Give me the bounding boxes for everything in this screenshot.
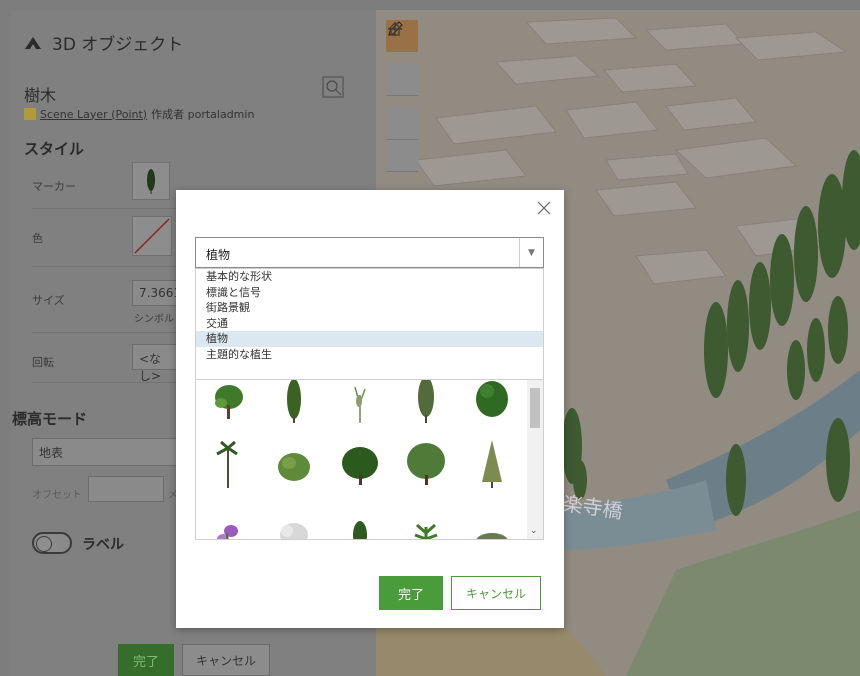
map-toolbar bbox=[386, 20, 418, 172]
palm-tree-icon[interactable] bbox=[200, 436, 256, 492]
shrub-icon[interactable] bbox=[266, 436, 322, 492]
elevation-mode-title: 標高モード bbox=[12, 410, 88, 428]
3d-object-icon bbox=[25, 36, 41, 49]
category-select-value: 植物 bbox=[206, 248, 231, 262]
chevron-down-icon: ▼ bbox=[519, 238, 543, 267]
no-color-icon bbox=[134, 218, 170, 254]
gallery-scrollbar[interactable]: ⌄ bbox=[527, 380, 543, 539]
marker-label: マーカー bbox=[32, 180, 76, 193]
layer-name: 樹木 bbox=[24, 86, 57, 105]
symbol-picker-dialog: 植物 ▼ 基本的な形状 標識と信号 街路景観 交通 植物 主題的な植生 ⌄ 完了… bbox=[176, 190, 564, 628]
flower-plant-icon[interactable] bbox=[200, 506, 256, 539]
style-section-title: スタイル bbox=[24, 140, 85, 158]
size-input[interactable]: 7.3661 bbox=[132, 280, 181, 306]
category-select[interactable]: 植物 ▼ bbox=[195, 237, 544, 268]
color-label: 色 bbox=[32, 232, 43, 245]
panel-header: 3D オブジェクト bbox=[24, 30, 183, 55]
dialog-done-button[interactable]: 完了 bbox=[379, 576, 443, 610]
elevation-mode-select[interactable]: 地表 bbox=[32, 438, 192, 466]
scroll-down-icon[interactable]: ⌄ bbox=[530, 526, 538, 536]
layer-type-icon bbox=[24, 108, 36, 120]
symbol-gallery: ⌄ bbox=[195, 380, 544, 540]
panel-done-button[interactable]: 完了 bbox=[118, 644, 174, 676]
broadleaf-tree-icon[interactable] bbox=[464, 380, 520, 428]
label-toggle-label: ラベル bbox=[82, 537, 124, 553]
zoom-out-button[interactable] bbox=[386, 28, 418, 172]
category-option[interactable]: 主題的な植生 bbox=[196, 347, 543, 363]
category-option[interactable]: 街路景観 bbox=[196, 300, 543, 316]
offset-input[interactable] bbox=[88, 476, 164, 502]
panel-cancel-button[interactable]: キャンセル bbox=[182, 644, 270, 676]
small-tree-icon[interactable] bbox=[332, 506, 388, 539]
offset-label: オフセット bbox=[32, 490, 82, 501]
category-option-selected[interactable]: 植物 bbox=[196, 331, 543, 347]
label-toggle[interactable] bbox=[32, 532, 72, 554]
category-option[interactable]: 交通 bbox=[196, 316, 543, 332]
panel-title: 3D オブジェクト bbox=[52, 35, 184, 55]
cypress-icon[interactable] bbox=[266, 380, 322, 428]
close-icon[interactable] bbox=[536, 200, 552, 216]
size-label: サイズ bbox=[32, 294, 65, 307]
layer-owner: 作成者 portaladmin bbox=[151, 108, 255, 121]
zoom-in-button[interactable] bbox=[386, 22, 418, 140]
layer-source-link[interactable]: Scene Layer (Point) bbox=[40, 108, 147, 121]
marker-swatch[interactable] bbox=[132, 162, 170, 200]
columnar-tree-icon[interactable] bbox=[398, 380, 454, 428]
zoom-to-layer-icon[interactable] bbox=[320, 74, 346, 100]
dialog-cancel-button[interactable]: キャンセル bbox=[451, 576, 541, 610]
home-button[interactable] bbox=[386, 22, 418, 96]
rotation-label: 回転 bbox=[32, 356, 54, 369]
category-dropdown: 基本的な形状 標識と信号 街路景観 交通 植物 主題的な植生 bbox=[195, 268, 544, 380]
scrollbar-thumb[interactable] bbox=[530, 388, 540, 428]
reed-icon[interactable] bbox=[332, 380, 388, 428]
white-shrub-icon[interactable] bbox=[266, 506, 322, 539]
vine-tree-icon[interactable] bbox=[200, 380, 256, 428]
tree-marker-icon bbox=[147, 169, 155, 194]
fern-icon[interactable] bbox=[398, 506, 454, 539]
bush-icon[interactable] bbox=[464, 506, 520, 539]
oak-tree-icon[interactable] bbox=[332, 436, 388, 492]
conifer-icon[interactable] bbox=[464, 436, 520, 492]
color-swatch[interactable] bbox=[132, 216, 172, 256]
round-tree-icon[interactable] bbox=[398, 436, 454, 492]
category-option[interactable]: 基本的な形状 bbox=[196, 269, 543, 285]
rotation-input[interactable]: <なし> bbox=[132, 344, 178, 383]
category-option[interactable]: 標識と信号 bbox=[196, 285, 543, 301]
minus-icon bbox=[388, 28, 402, 30]
layer-source: Scene Layer (Point) 作成者 portaladmin bbox=[24, 106, 254, 122]
